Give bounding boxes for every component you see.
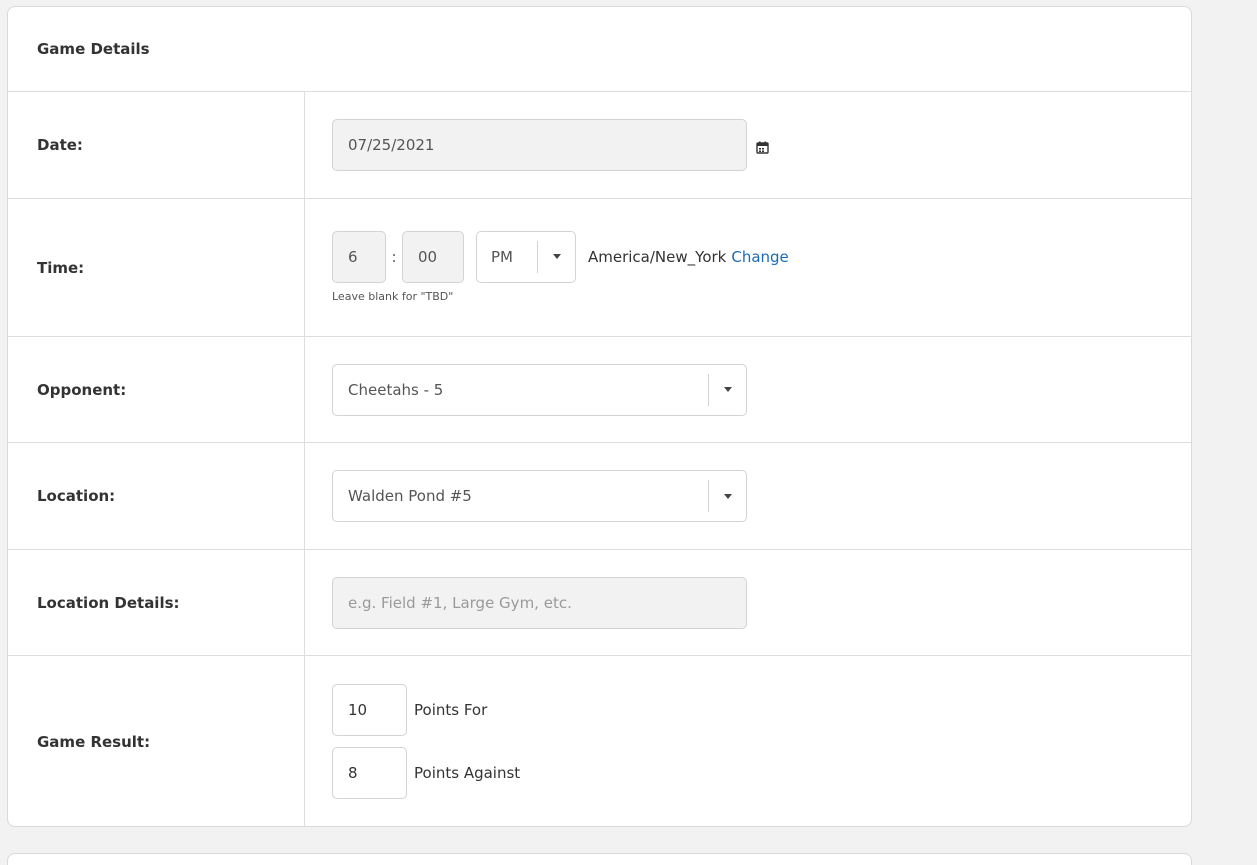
- time-hint: Leave blank for "TBD": [332, 289, 454, 303]
- points-for-input[interactable]: 10: [332, 684, 407, 736]
- opponent-caret: [708, 373, 746, 406]
- date-field[interactable]: 07/25/2021: [332, 119, 747, 171]
- location-caret: [708, 480, 746, 512]
- hour-input[interactable]: 6: [332, 230, 386, 283]
- location-details-label: Location Details:: [8, 550, 305, 655]
- location-row: Location: Walden Pond #5: [8, 443, 1191, 550]
- location-details-value-cell: e.g. Field #1, Large Gym, etc.: [305, 550, 1191, 655]
- ampm-caret: [537, 240, 575, 273]
- ampm-value: PM: [491, 247, 513, 266]
- time-separator: :: [391, 247, 397, 266]
- opponent-label: Opponent:: [8, 337, 305, 442]
- timezone-text: America/New_York: [588, 247, 727, 266]
- opponent-value: Cheetahs - 5: [348, 380, 444, 399]
- chevron-down-icon: [723, 493, 732, 499]
- panel-title: Game Details: [8, 7, 1191, 92]
- time-value-cell: 6 : 00 PM America/New_York Change Leave …: [305, 199, 1191, 336]
- game-result-label: Game Result:: [8, 656, 305, 826]
- change-timezone-link[interactable]: Change: [731, 248, 788, 266]
- time-label: Time:: [8, 199, 305, 336]
- opponent-value-cell: Cheetahs - 5: [305, 337, 1191, 442]
- minute-input[interactable]: 00: [402, 230, 464, 283]
- location-value: Walden Pond #5: [348, 487, 472, 505]
- points-against-line: 8 Points Against: [332, 747, 520, 799]
- time-inputs: 6 : 00 PM America/New_York Change: [332, 230, 789, 283]
- game-result-row: Game Result: 10 Points For 8 Points Agai…: [8, 656, 1191, 826]
- game-details-panel: Game Details Date: 07/25/2021 Time: 6: …: [7, 6, 1192, 827]
- time-group: 6 : 00 PM America/New_York Change Leave …: [332, 230, 789, 303]
- date-label: Date:: [8, 92, 305, 198]
- location-details-input[interactable]: e.g. Field #1, Large Gym, etc.: [332, 576, 747, 629]
- chevron-down-icon: [552, 254, 561, 259]
- time-row: Time: 6 : 00 PM America/New_York Change …: [8, 199, 1191, 337]
- date-value-cell: 07/25/2021: [305, 92, 1191, 198]
- date-row: Date: 07/25/2021: [8, 92, 1191, 199]
- opponent-row: Opponent: Cheetahs - 5: [8, 337, 1191, 443]
- score-group: 10 Points For 8 Points Against: [332, 684, 520, 799]
- location-label: Location:: [8, 443, 305, 549]
- next-panel: [7, 853, 1192, 865]
- ampm-select[interactable]: PM: [476, 230, 576, 283]
- location-select[interactable]: Walden Pond #5: [332, 470, 747, 522]
- location-value-cell: Walden Pond #5: [305, 443, 1191, 549]
- points-for-line: 10 Points For: [332, 684, 520, 736]
- calendar-icon[interactable]: [756, 139, 769, 154]
- points-against-label: Points Against: [414, 764, 521, 782]
- opponent-select[interactable]: Cheetahs - 5: [332, 363, 747, 416]
- game-result-value-cell: 10 Points For 8 Points Against: [305, 656, 1191, 826]
- location-details-row: Location Details: e.g. Field #1, Large G…: [8, 550, 1191, 656]
- points-against-input[interactable]: 8: [332, 747, 407, 799]
- points-for-label: Points For: [414, 701, 488, 719]
- chevron-down-icon: [723, 387, 732, 392]
